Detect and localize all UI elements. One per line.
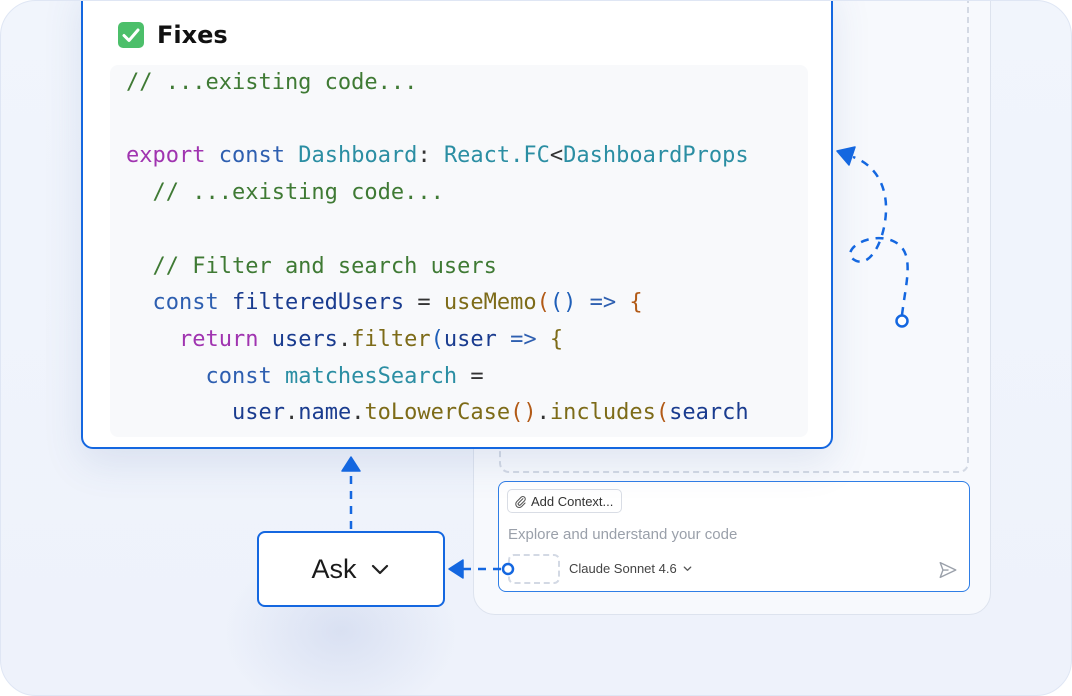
connector-node — [895, 314, 909, 328]
connector-loop-dashed — [849, 155, 909, 316]
illustration-frame: Add Context... Explore and understand yo… — [0, 0, 1072, 696]
arrowhead-left-icon — [448, 559, 464, 579]
arrowhead-loop-icon — [836, 146, 856, 166]
connector-node — [501, 562, 515, 576]
arrowhead-up-icon — [341, 456, 361, 472]
connector-overlay — [341, 146, 909, 579]
